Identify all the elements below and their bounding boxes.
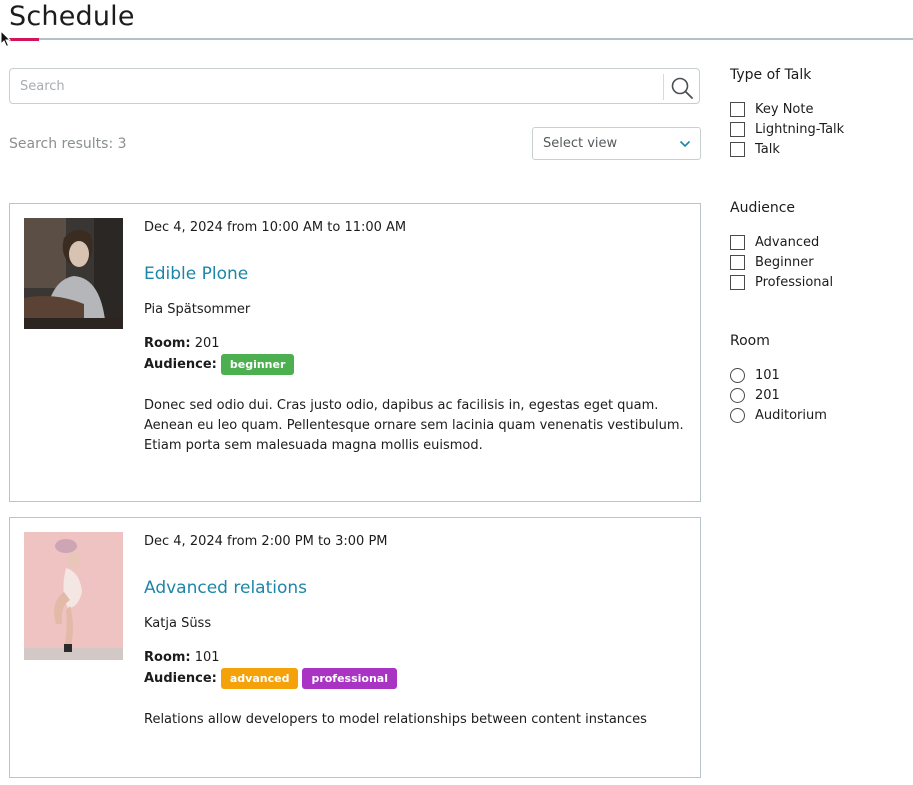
checkbox[interactable] — [730, 101, 745, 117]
talk-title-link[interactable]: Edible Plone — [144, 264, 248, 284]
search-icon[interactable] — [670, 76, 694, 100]
chevron-down-icon — [679, 140, 691, 148]
filter-title-audience: Audience — [730, 200, 796, 216]
talk-title-link[interactable]: Advanced relations — [144, 578, 307, 598]
audience-badge: beginner — [220, 354, 295, 375]
filter-option-label: Talk — [755, 141, 780, 157]
audience-badge: advanced — [220, 668, 299, 689]
filter-option-room-101[interactable]: 101 — [730, 366, 780, 384]
room-value: 201 — [194, 336, 220, 351]
filter-option-label: Professional — [755, 274, 834, 290]
filter-option-professional[interactable]: Professional — [730, 273, 833, 291]
checkbox[interactable] — [730, 121, 745, 137]
filter-option-label: Advanced — [755, 234, 820, 250]
checkbox[interactable] — [730, 254, 745, 270]
talk-room: Room: 201 — [144, 336, 220, 351]
filter-option-advanced[interactable]: Advanced — [730, 233, 819, 251]
filter-title-type-of-talk: Type of Talk — [730, 67, 812, 83]
filter-title-room: Room — [730, 333, 770, 349]
filter-option-talk[interactable]: Talk — [730, 140, 780, 158]
talk-audience: Audience: advanced professional — [144, 668, 398, 689]
talk-audience: Audience: beginner — [144, 354, 295, 375]
talk-card: Dec 4, 2024 from 10:00 AM to 11:00 AM Ed… — [9, 203, 701, 502]
talk-speaker: Katja Süss — [144, 616, 212, 631]
talk-description: Donec sed odio dui. Cras justo odio, dap… — [144, 398, 684, 453]
search-input[interactable] — [20, 75, 660, 97]
filter-option-label: Auditorium — [755, 407, 827, 423]
talk-room: Room: 101 — [144, 650, 220, 665]
checkbox[interactable] — [730, 234, 745, 250]
mouse-cursor-icon — [0, 30, 12, 48]
audience-badge: professional — [302, 668, 398, 689]
select-view-dropdown[interactable]: Select view — [532, 127, 701, 160]
talk-card: Dec 4, 2024 from 2:00 PM to 3:00 PM Adva… — [9, 517, 701, 778]
search-results-count: Search results: 3 — [9, 136, 127, 152]
room-value: 101 — [194, 650, 220, 665]
select-view-label: Select view — [543, 136, 618, 151]
room-label: Room: — [144, 336, 191, 351]
talk-description: Relations allow developers to model rela… — [144, 712, 647, 727]
filter-option-label: Beginner — [755, 254, 814, 270]
room-label: Room: — [144, 650, 191, 665]
radio-button[interactable] — [730, 387, 745, 403]
filter-option-label: Key Note — [755, 101, 814, 117]
radio-button[interactable] — [730, 407, 745, 423]
audience-label: Audience: — [144, 357, 217, 372]
filter-option-room-201[interactable]: 201 — [730, 386, 780, 404]
checkbox[interactable] — [730, 274, 745, 290]
search-box — [9, 68, 700, 104]
talk-image — [24, 532, 123, 660]
filter-option-key-note[interactable]: Key Note — [730, 100, 813, 118]
talk-speaker: Pia Spätsommer — [144, 302, 251, 317]
filter-option-label: 101 — [755, 367, 780, 383]
filter-option-lightning-talk[interactable]: Lightning-Talk — [730, 120, 844, 138]
filter-option-room-auditorium[interactable]: Auditorium — [730, 406, 827, 424]
filter-option-label: 201 — [755, 387, 780, 403]
talk-date: Dec 4, 2024 from 10:00 AM to 11:00 AM — [144, 220, 407, 235]
page-title: Schedule — [9, 1, 135, 32]
checkbox[interactable] — [730, 141, 745, 157]
title-accent-bar — [9, 38, 39, 41]
audience-label: Audience: — [144, 671, 217, 686]
search-divider — [663, 74, 664, 100]
filter-option-label: Lightning-Talk — [755, 121, 845, 137]
filter-option-beginner[interactable]: Beginner — [730, 253, 814, 271]
talk-image — [24, 218, 123, 329]
radio-button[interactable] — [730, 367, 745, 383]
title-rule — [9, 38, 913, 40]
talk-date: Dec 4, 2024 from 2:00 PM to 3:00 PM — [144, 534, 388, 549]
